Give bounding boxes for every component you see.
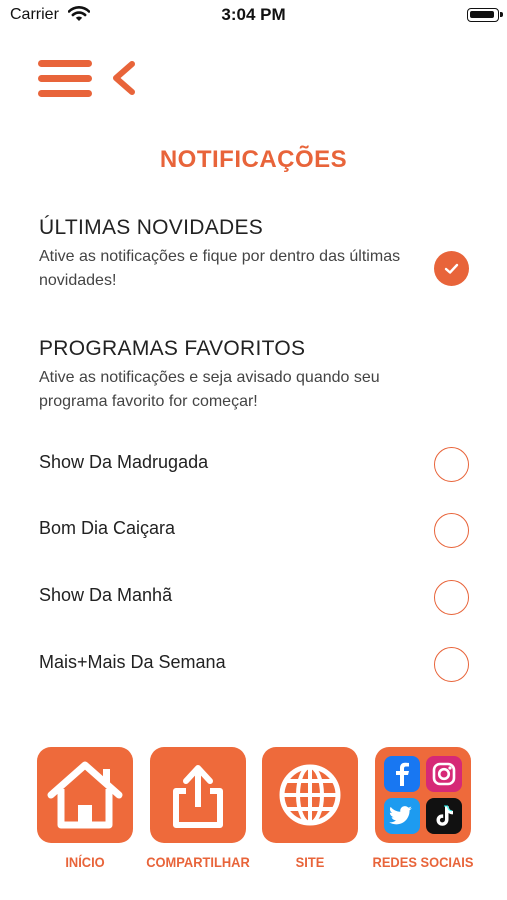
- facebook-icon[interactable]: [384, 756, 420, 792]
- chevron-left-icon[interactable]: [110, 58, 140, 98]
- tab-share[interactable]: [150, 747, 246, 843]
- program-checkbox[interactable]: [434, 580, 469, 615]
- twitter-icon[interactable]: [384, 798, 420, 834]
- favorites-description: Ative as notificações e seja avisado qua…: [39, 369, 380, 410]
- page-title: NOTIFICAÇÕES: [159, 146, 348, 173]
- program-row[interactable]: Show Da Madrugada: [0, 440, 507, 490]
- checkmark-icon: [444, 263, 459, 274]
- program-label: Bom Dia Caiçara: [39, 518, 176, 538]
- status-time: 3:04 PM: [221, 5, 286, 24]
- tab-site-label[interactable]: SITE: [266, 854, 354, 870]
- tab-social[interactable]: [375, 747, 471, 843]
- program-label: Mais+Mais Da Semana: [39, 652, 226, 672]
- program-row[interactable]: Mais+Mais Da Semana: [0, 640, 507, 690]
- hamburger-icon[interactable]: [38, 58, 92, 98]
- tab-home-label[interactable]: INÍCIO: [41, 854, 129, 870]
- program-row[interactable]: Bom Dia Caiçara: [0, 506, 507, 556]
- home-icon: [47, 761, 123, 829]
- instagram-icon[interactable]: [426, 756, 462, 792]
- latest-news-title: ÚLTIMAS NOVIDADES: [39, 216, 264, 239]
- program-label: Show Da Manhã: [39, 585, 173, 605]
- tiktok-icon[interactable]: [426, 798, 462, 834]
- tab-site[interactable]: [262, 747, 358, 843]
- globe-icon: [279, 764, 341, 826]
- share-icon: [173, 765, 223, 828]
- tab-share-label[interactable]: COMPARTILHAR: [135, 854, 260, 870]
- tab-home[interactable]: [37, 747, 133, 843]
- program-checkbox[interactable]: [434, 513, 469, 548]
- program-checkbox[interactable]: [434, 647, 469, 682]
- program-checkbox[interactable]: [434, 447, 469, 482]
- battery-icon: [467, 8, 503, 22]
- tab-social-label[interactable]: REDES SOCIAIS: [365, 854, 481, 870]
- program-label: Show Da Madrugada: [39, 452, 209, 472]
- program-row[interactable]: Show Da Manhã: [0, 573, 507, 623]
- favorites-title: PROGRAMAS FAVORITOS: [39, 337, 306, 360]
- status-bar: Carrier 3:04 PM: [0, 0, 507, 30]
- latest-news-description: Ative as notificações e fique por dentro…: [39, 248, 401, 289]
- latest-news-checkbox[interactable]: [434, 251, 469, 286]
